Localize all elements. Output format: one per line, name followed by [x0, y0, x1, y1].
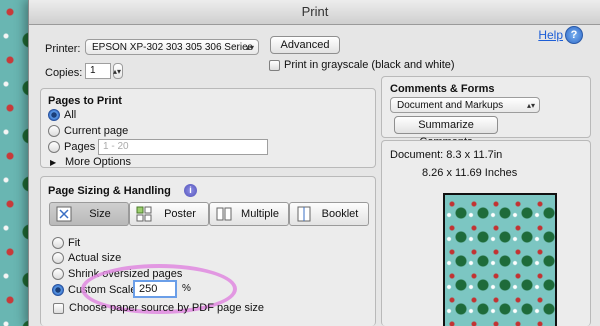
radio-fit[interactable]: [52, 237, 64, 249]
radio-all[interactable]: [48, 109, 60, 121]
copies-stepper[interactable]: ▴▾: [113, 63, 123, 79]
copies-input[interactable]: 1: [85, 63, 111, 79]
window-title: Print: [29, 0, 600, 25]
summarize-comments-button[interactable]: Summarize Comments: [394, 116, 498, 148]
document-size-text: Document: 8.3 x 11.7in: [390, 149, 503, 161]
poster-icon: [136, 206, 152, 222]
multiple-icon: [216, 207, 232, 221]
radio-shrink[interactable]: [52, 268, 64, 280]
advanced-button[interactable]: Advanced: [270, 36, 340, 54]
printer-value: EPSON XP-302 303 305 306 Series: [92, 42, 253, 53]
more-options-label[interactable]: More Options: [65, 156, 131, 168]
stepper-arrows-icon: ▴▾: [112, 67, 121, 76]
info-icon[interactable]: i: [184, 184, 197, 197]
comments-forms-title: Comments & Forms: [390, 83, 495, 95]
radio-current-page-label: Current page: [64, 125, 129, 137]
grayscale-checkbox[interactable]: [269, 60, 280, 71]
help-link[interactable]: Help: [538, 28, 563, 42]
pages-to-print-title: Pages to Print: [48, 95, 122, 107]
radio-actual-size-label: Actual size: [68, 252, 122, 264]
disclosure-triangle-icon[interactable]: ▶: [50, 158, 56, 167]
document-inches-text: 8.26 x 11.69 Inches: [422, 167, 518, 179]
tab-booklet[interactable]: Booklet: [289, 202, 369, 226]
comments-forms-value: Document and Markups: [397, 100, 504, 111]
printer-label: Printer:: [45, 43, 81, 55]
pages-range-input[interactable]: 1 - 20: [98, 139, 268, 155]
chevron-updown-icon: ▴▾: [245, 43, 254, 52]
size-icon: [56, 206, 72, 222]
help-icon[interactable]: ?: [565, 26, 583, 44]
page-preview-image: [443, 193, 557, 326]
radio-custom-scale[interactable]: [52, 284, 64, 296]
tab-multiple[interactable]: Multiple: [209, 202, 289, 226]
radio-pages[interactable]: [48, 141, 60, 153]
radio-pages-label: Pages: [64, 141, 96, 153]
tab-size[interactable]: Size: [49, 202, 129, 226]
grayscale-label: Print in grayscale (black and white): [284, 59, 455, 71]
radio-actual-size[interactable]: [52, 252, 64, 264]
copies-label: Copies:: [45, 67, 83, 79]
tab-poster[interactable]: Poster: [129, 202, 209, 226]
tab-size-label: Size: [89, 208, 111, 220]
chevron-updown-icon: ▴▾: [526, 101, 535, 110]
printer-select[interactable]: EPSON XP-302 303 305 306 Series ▴▾: [85, 39, 259, 55]
paper-source-checkbox[interactable]: [53, 303, 64, 314]
tab-booklet-label: Booklet: [321, 208, 359, 220]
tab-poster-label: Poster: [164, 208, 196, 220]
booklet-icon: [297, 206, 311, 222]
print-dialog: Print Help ? Printer: EPSON XP-302 303 3…: [28, 0, 600, 326]
radio-all-label: All: [64, 109, 77, 121]
page-sizing-title: Page Sizing & Handling: [48, 185, 171, 197]
radio-current-page[interactable]: [48, 125, 60, 137]
comments-forms-select[interactable]: Document and Markups ▴▾: [390, 97, 540, 113]
tab-multiple-label: Multiple: [241, 208, 279, 220]
pages-to-print-panel: Pages to Print All Current page Pages 1 …: [40, 88, 376, 168]
radio-fit-label: Fit: [68, 237, 81, 249]
comments-forms-panel: Comments & Forms Document and Markups ▴▾…: [381, 76, 591, 148]
paper-source-label: Choose paper source by PDF page size: [69, 302, 265, 314]
